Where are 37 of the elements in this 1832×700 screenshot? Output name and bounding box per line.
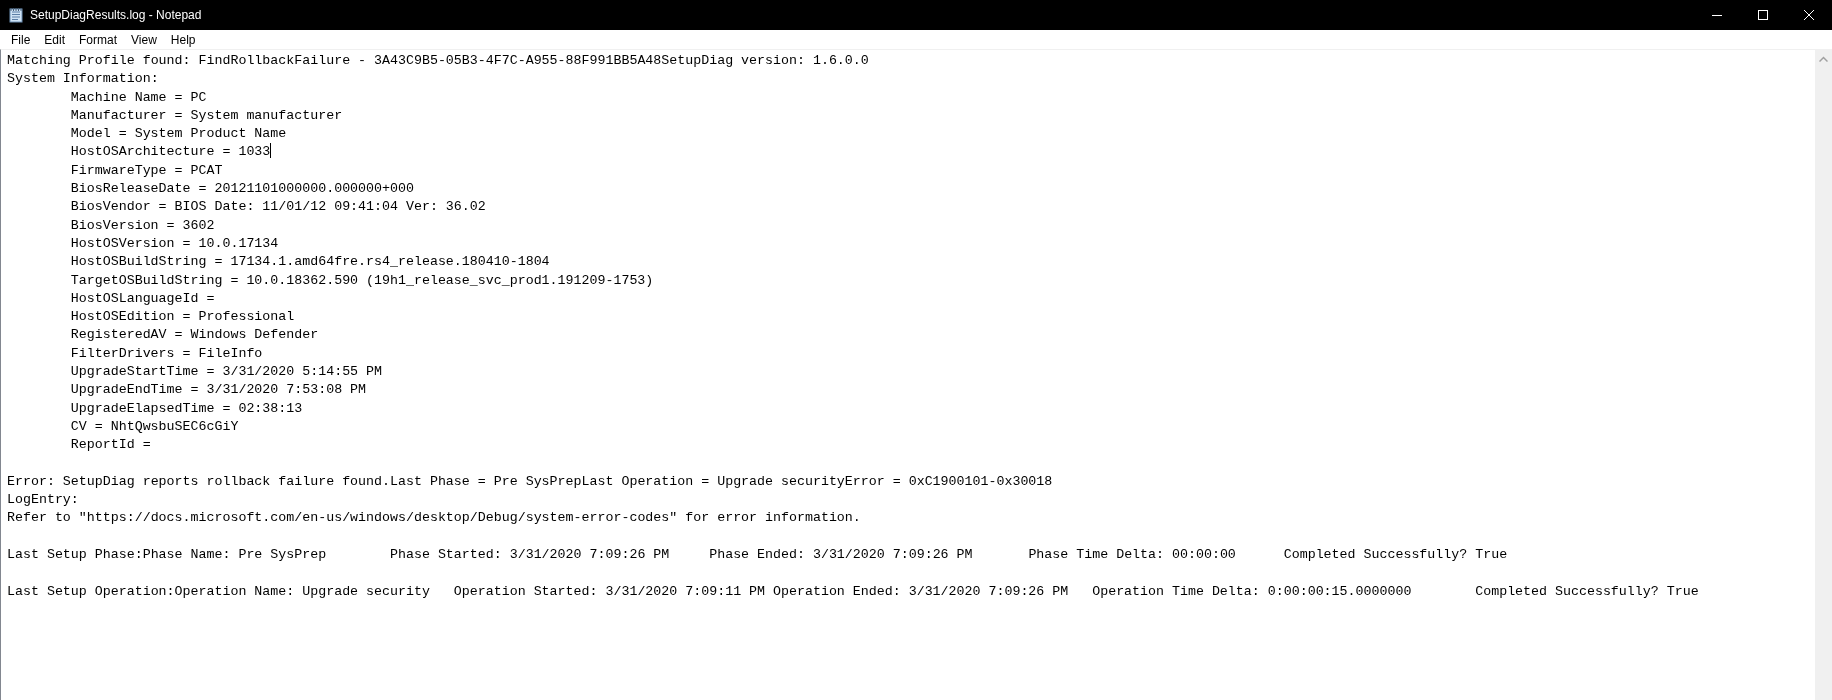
text-line: CV = NhtQwsbuSEC6cGiY (69, 417, 239, 436)
text-line: Error: SetupDiag reports rollback failure found.Last Phase = Pre SysPrepLast Operation = Upgrade securityError = 0xC1900101-0x30018 (7, 472, 1053, 491)
menu-item[interactable]: File (4, 30, 38, 49)
text-line: LogEntry: (7, 491, 79, 510)
text-line: ReportId = (69, 436, 151, 455)
text-line: System Information: (7, 70, 159, 89)
menu-item[interactable]: Help (163, 30, 203, 49)
text-line: UpgradeStartTime = 3/31/2020 5:14:55 PM (69, 363, 383, 382)
text-line: Manufacturer = System manufacturer (69, 106, 343, 125)
maximize-icon (1758, 10, 1768, 20)
close-icon (1804, 10, 1814, 20)
text-line: HostOSEdition = Professional (69, 308, 295, 327)
text-line: Matching Profile found: FindRollbackFailure - 3A43C9B5-05B3-4F7C-A955-88F991BB5A48SetupDiag version: 1.6.0.0 (7, 52, 869, 70)
menu-item[interactable]: Format (72, 30, 125, 49)
text-line: UpgradeElapsedTime = 02:38:13 (69, 399, 303, 418)
text-line: TargetOSBuildString = 10.0.18362.590 (19h1_release_svc_prod1.191209-1753) (69, 271, 654, 290)
text-line: Model = System Product Name (69, 125, 287, 144)
text-line: RegisteredAV = Windows Defender (69, 326, 319, 345)
text-line: Last Setup Phase:Phase Name: Pre SysPrep Phase Started: 3/31/2020 7:09:26 PM Phase Ended: 3/31/2020 7:09:26 PM Phase Time Delta: 00:00:00 Completed Successfully? True (7, 546, 1508, 564)
text-line: Refer to "https://docs.microsoft.com/en-us/windows/desktop/Debug/system-error-codes" for error information. (7, 509, 861, 528)
text-line: HostOSLanguageId = (69, 289, 215, 308)
text-line: Last Setup Operation:Operation Name: Upgrade security Operation Started: 3/31/2020 7:09:11 PM Operation Ended: 3/31/2020 7:09:26 PM Operation Time Delta: 0:00:00:15.0000000 Completed Successfully? True (7, 582, 1699, 601)
text-line: FilterDrivers = FileInfo (69, 344, 263, 363)
window-title: SetupDiagResults.log - Notepad (30, 7, 203, 24)
text-line: BiosVersion = 3602 (69, 216, 215, 235)
notepad-icon (8, 7, 24, 23)
menu-item[interactable]: View (124, 30, 164, 49)
text-line: UpgradeEndTime = 3/31/2020 7:53:08 PM (69, 381, 367, 400)
menu-item[interactable]: Edit (37, 30, 73, 49)
text-line: HostOSVersion = 10.0.17134 (69, 234, 279, 253)
text-line: HostOSBuildString = 17134.1.amd64fre.rs4_release.180410-1804 (69, 253, 550, 272)
text-line: HostOSArchitecture = 1033 (69, 143, 272, 162)
text-line: BiosVendor = BIOS Date: 11/01/12 09:41:04 Ver: 36.02 (69, 198, 486, 217)
text-line: BiosReleaseDate = 20121101000000.000000+000 (69, 180, 414, 199)
text-line: Machine Name = PC (69, 88, 207, 107)
text-line: FirmwareType = PCAT (69, 161, 223, 180)
scrollbar[interactable] (1815, 50, 1832, 700)
